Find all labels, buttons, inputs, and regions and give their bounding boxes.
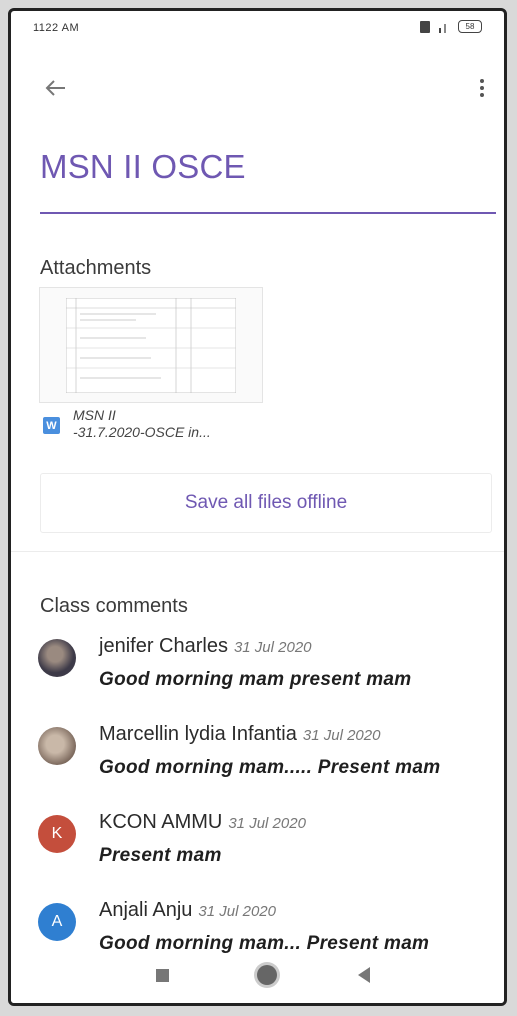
comment-text: Good morning mam..... Present mam bbox=[99, 757, 441, 778]
comment-date: 31 Jul 2020 bbox=[198, 903, 276, 920]
status-time: 1122 AM bbox=[33, 22, 80, 34]
status-icons: 58 bbox=[420, 20, 482, 33]
page-title: MSN II OSCE bbox=[40, 148, 246, 185]
comment-header: Anjali Anju 31 Jul 2020 bbox=[99, 899, 276, 922]
comment-header: Marcellin lydia Infantia 31 Jul 2020 bbox=[99, 723, 380, 746]
avatar[interactable]: K bbox=[38, 815, 76, 853]
system-navigation-bar bbox=[11, 953, 504, 1003]
comment-author: jenifer Charles bbox=[99, 635, 228, 657]
nav-back-icon[interactable] bbox=[358, 967, 370, 983]
comment-header: KCON AMMU 31 Jul 2020 bbox=[99, 811, 306, 834]
signal-icon bbox=[437, 21, 451, 33]
battery-level: 58 bbox=[465, 22, 475, 31]
attachments-heading: Attachments bbox=[40, 257, 152, 279]
file-name-line-1: MSN II bbox=[73, 407, 116, 423]
save-all-files-offline-button[interactable]: Save all files offline bbox=[40, 473, 492, 533]
comment-text: Present mam bbox=[99, 845, 222, 866]
recent-apps-icon[interactable] bbox=[156, 969, 169, 982]
comment-item: K KCON AMMU 31 Jul 2020 Present mam bbox=[35, 809, 496, 879]
avatar[interactable] bbox=[38, 639, 76, 677]
more-options-icon[interactable] bbox=[472, 73, 492, 103]
comment-date: 31 Jul 2020 bbox=[302, 727, 381, 744]
phone-screen: 1122 AM 58 MSN II OSCE Attachments W MSN… bbox=[8, 8, 507, 1006]
class-comments-heading: Class comments bbox=[40, 595, 188, 617]
document-preview-graphic bbox=[66, 298, 236, 393]
comment-date: 31 Jul 2020 bbox=[228, 815, 306, 832]
comment-text: Good morning mam... Present mam bbox=[99, 933, 430, 954]
section-divider bbox=[11, 551, 504, 552]
comment-author: Marcellin lydia Infantia bbox=[99, 723, 297, 745]
avatar[interactable]: A bbox=[38, 903, 76, 941]
attachment-thumbnail[interactable] bbox=[39, 287, 263, 403]
attachment-file-name: MSN II -31.7.2020-OSCE in... bbox=[73, 407, 263, 441]
home-icon[interactable] bbox=[257, 965, 277, 985]
sim-icon bbox=[420, 20, 430, 33]
comment-item: jenifer Charles 31 Jul 2020 Good morning … bbox=[35, 633, 496, 703]
back-arrow-icon[interactable] bbox=[41, 73, 71, 103]
comment-text: Good morning mam present mam bbox=[99, 669, 412, 690]
status-bar: 1122 AM 58 bbox=[11, 11, 504, 41]
comment-header: jenifer Charles 31 Jul 2020 bbox=[99, 635, 312, 658]
attachment-card[interactable]: W MSN II -31.7.2020-OSCE in... bbox=[39, 287, 264, 452]
comment-author: KCON AMMU bbox=[99, 811, 223, 833]
comment-item: Marcellin lydia Infantia 31 Jul 2020 Good… bbox=[35, 721, 496, 791]
word-document-icon: W bbox=[43, 417, 60, 434]
comment-date: 31 Jul 2020 bbox=[233, 639, 312, 656]
file-name-line-2: -31.7.2020-OSCE in... bbox=[73, 424, 211, 440]
avatar[interactable] bbox=[38, 727, 76, 765]
comment-author: Anjali Anju bbox=[99, 899, 193, 921]
battery-icon: 58 bbox=[458, 20, 482, 33]
title-underline bbox=[40, 212, 496, 214]
